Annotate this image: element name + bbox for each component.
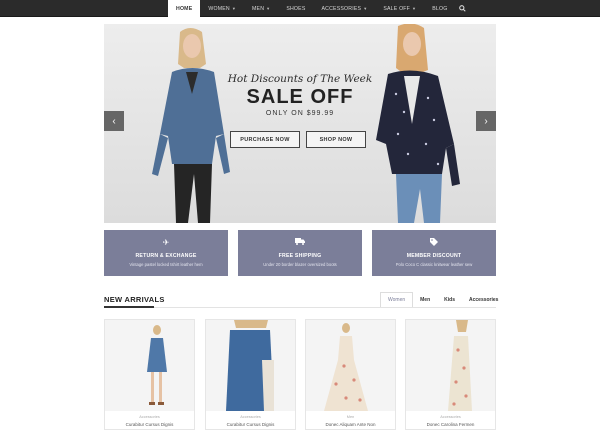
search-icon[interactable] [455, 0, 469, 17]
product-name[interactable]: Curabitur Cursus Dignis [206, 422, 295, 427]
model-image-left [152, 28, 230, 223]
feature-member-discount: MEMBER DISCOUNT Polo Coco C classic knit… [372, 230, 496, 276]
product-image [206, 320, 295, 411]
product-category: Accessories [440, 415, 461, 419]
category-tabs: Women Men Kids Accessories [380, 292, 505, 307]
top-navigation-bar: HOME WOMEN ▼ MEN ▼ SHOES ACCESSORIES ▼ SALE… [0, 0, 600, 17]
product-image [406, 320, 495, 411]
caret-down-icon: ▼ [231, 6, 237, 11]
feature-return-exchange: ✈ RETURN & EXCHANGE Vintage pastel locke… [104, 230, 228, 276]
chevron-left-icon[interactable]: ‹ [104, 111, 124, 131]
nav-label: ACCESSORIES [321, 5, 362, 12]
product-category: Accessories [139, 415, 160, 419]
nav-label: WOMEN [208, 5, 230, 12]
tab-women[interactable]: Women [380, 292, 414, 307]
feature-free-shipping: FREE SHIPPING Under 20 border blazer ove… [238, 230, 362, 276]
main-nav: HOME WOMEN ▼ MEN ▼ SHOES ACCESSORIES ▼ SALE… [168, 0, 469, 17]
purchase-now-button[interactable]: PURCHASE NOW [230, 131, 300, 148]
nav-label: SALE OFF [383, 5, 411, 12]
product-name[interactable]: Donec Aliquam Ante Non [306, 422, 395, 427]
product-name[interactable]: Curabitur Cursus Dignis [105, 422, 194, 427]
nav-item-blog[interactable]: BLOG [424, 0, 455, 17]
shop-now-button[interactable]: SHOP NOW [306, 131, 366, 148]
hero-tagline: Hot Discounts of The Week [227, 73, 373, 85]
feature-title: MEMBER DISCOUNT [406, 253, 462, 259]
feature-description: Vintage pastel locked tshirt leather hem [129, 262, 203, 267]
nav-label: BLOG [432, 5, 448, 12]
tab-men[interactable]: Men [413, 292, 437, 307]
nav-item-men[interactable]: MEN ▼ [244, 0, 278, 17]
product-category: Men [346, 415, 355, 419]
paper-plane-icon: ✈ [162, 238, 170, 247]
tab-kids[interactable]: Kids [437, 292, 462, 307]
nav-label: MEN [252, 5, 265, 12]
product-image [306, 320, 395, 411]
product-card[interactable]: Accessories Curabitur Cursus Dignis [104, 319, 195, 430]
hero-banner: Hot Discounts of The Week SALE OFF ONLY … [104, 24, 496, 223]
tag-icon [372, 238, 496, 248]
nav-label: SHOES [286, 5, 306, 12]
nav-item-home[interactable]: HOME [168, 0, 201, 17]
product-card[interactable]: Accessories Donec Carolina Fermen [405, 319, 496, 430]
caret-down-icon: ▼ [363, 6, 368, 11]
product-name[interactable]: Donec Carolina Fermen [406, 422, 495, 427]
product-card[interactable]: Accessories Curabitur Cursus Dignis [205, 319, 296, 430]
nav-item-women[interactable]: WOMEN ▼ [200, 0, 244, 17]
feature-title: FREE SHIPPING [278, 253, 322, 259]
nav-item-sale-off[interactable]: SALE OFF ▼ [375, 0, 424, 17]
nav-item-shoes[interactable]: SHOES [278, 0, 313, 17]
product-image [105, 320, 194, 411]
chevron-right-icon[interactable]: › [476, 111, 496, 131]
truck-icon [238, 238, 362, 247]
caret-down-icon: ▼ [412, 6, 417, 11]
feature-title: RETURN & EXCHANGE [135, 253, 197, 259]
product-card[interactable]: Men Donec Aliquam Ante Non [305, 319, 396, 430]
section-divider [104, 307, 496, 308]
hero-subtitle: ONLY ON $99.99 [265, 110, 335, 117]
tab-accessories[interactable]: Accessories [462, 292, 505, 307]
section-divider-accent [104, 306, 154, 308]
hero-title: SALE OFF [246, 86, 354, 108]
nav-label: HOME [176, 5, 193, 12]
caret-down-icon: ▼ [266, 6, 271, 11]
model-image-right [376, 24, 460, 223]
nav-item-accessories[interactable]: ACCESSORIES ▼ [314, 0, 376, 17]
new-arrivals-heading: NEW ARRIVALS [104, 295, 165, 304]
feature-description: Under 20 border blazer oversized boots [263, 262, 337, 267]
feature-description: Polo Coco C classic knitwear leather sew [395, 262, 473, 267]
product-category: Accessories [240, 415, 261, 419]
